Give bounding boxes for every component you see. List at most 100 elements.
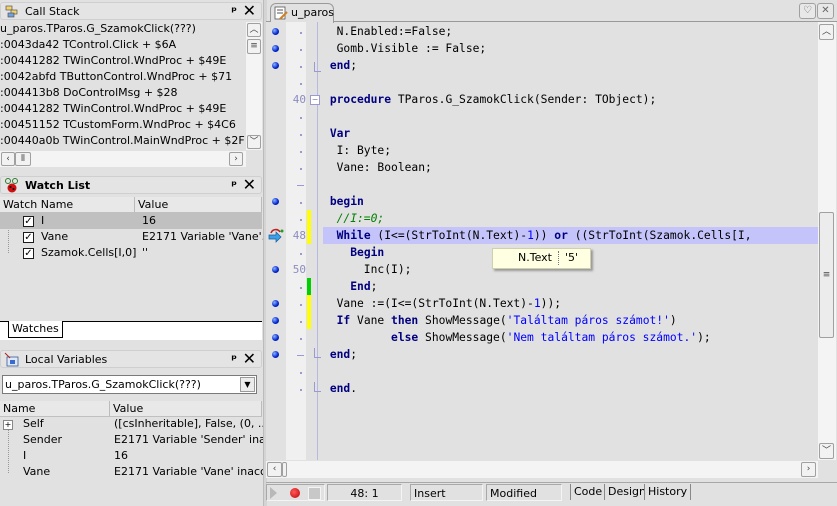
editor-tab-u-paros[interactable]: u_paros [270, 3, 334, 23]
call-stack-entry[interactable]: :00441282 TWinControl.WndProc + $49E [0, 53, 226, 69]
locals-body: + Self ([csInheritable], False, (0, ... … [0, 416, 277, 486]
scroll-left-icon[interactable]: ‹ [267, 462, 282, 477]
local-name[interactable]: Vane [23, 465, 50, 478]
code-line[interactable]: If Vane then ShowMessage('Találtam páros… [323, 312, 677, 329]
watch-row[interactable]: ✓ Szamok.Cells[I,0] '' [0, 245, 262, 261]
pin-icon[interactable]: ᵖ [231, 4, 237, 18]
code-line[interactable]: N.Enabled:=False; [323, 23, 453, 40]
call-stack-entry[interactable]: :00451152 TCustomForm.WndProc + $4C6 [0, 117, 236, 133]
checkbox[interactable]: ✓ [23, 248, 34, 259]
breakpoint-dot-icon[interactable] [272, 351, 279, 358]
close-tab-icon[interactable]: ✕ [817, 3, 834, 19]
tab-list-icon[interactable]: ♡ [799, 3, 816, 19]
tab-design[interactable]: Design [604, 484, 649, 500]
code-line[interactable]: end; [323, 57, 357, 74]
breakpoint-dot-icon[interactable] [272, 62, 279, 69]
chevron-down-icon[interactable]: ▼ [240, 377, 255, 392]
modified-line-marker [307, 295, 311, 329]
column-header-name[interactable]: Name [0, 401, 110, 416]
fold-collapse-icon[interactable]: − [310, 95, 320, 105]
close-icon[interactable]: ✕ [243, 176, 256, 194]
tab-watches[interactable]: Watches [8, 321, 63, 338]
local-variables-title-bar: Local Variables ᵖ ✕ [0, 350, 262, 368]
code-line[interactable]: While (I<=(StrToInt(N.Text)-1)) or ((Str… [323, 227, 752, 244]
scroll-thumb[interactable]: ≡ [247, 39, 261, 54]
call-stack-entry[interactable]: :00441282 TWinControl.WndProc + $49E [0, 101, 226, 117]
tab-history[interactable]: History [644, 484, 692, 500]
code-line[interactable]: end; [323, 346, 357, 363]
scroll-right-icon[interactable]: › [801, 462, 816, 477]
checkbox[interactable]: ✓ [23, 232, 34, 243]
code-line[interactable]: Var [323, 125, 350, 142]
breakpoint-dot-icon[interactable] [272, 45, 279, 52]
call-stack-list[interactable]: u_paros.TParos.G_SzamokClick(???) :0043d… [0, 21, 246, 151]
code-line[interactable]: Begin [323, 244, 384, 261]
breakpoint-dot-icon[interactable] [272, 300, 279, 307]
watch-list-title-bar: Watch List ᵖ ✕ [0, 176, 262, 194]
local-variables-title: Local Variables [25, 353, 108, 366]
code-line[interactable]: End; [323, 278, 377, 295]
call-stack-entry[interactable]: :004413b8 DoControlMsg + $28 [0, 85, 178, 101]
code-line[interactable]: end. [323, 380, 357, 397]
scroll-down-icon[interactable]: ﹀ [819, 443, 834, 459]
code-line[interactable]: else ShowMessage('Nem találtam páros szá… [323, 329, 711, 346]
local-variables-icon [4, 352, 20, 367]
debug-hint-tooltip: N.Text '5' [492, 248, 591, 269]
column-header-value[interactable]: Value [110, 401, 262, 416]
scroll-down-icon[interactable]: ﹀ [247, 135, 261, 149]
watch-row[interactable]: ✓ I 16 [0, 213, 262, 229]
code-line[interactable]: Gomb.Visible := False; [323, 40, 487, 57]
code-line[interactable]: begin [323, 193, 364, 210]
local-name[interactable]: I [23, 449, 26, 462]
checkbox[interactable]: ✓ [23, 216, 34, 227]
call-stack-entry[interactable]: :0042abfd TButtonControl.WndProc + $71 [0, 69, 232, 85]
macro-controls [266, 484, 325, 501]
insert-mode[interactable]: Insert [410, 484, 483, 501]
play-macro-icon[interactable] [270, 487, 277, 499]
call-stack-vscrollbar[interactable]: ︿ ≡ ﹀ [246, 22, 262, 150]
code-line[interactable]: Inc(I); [323, 261, 412, 278]
tab-code[interactable]: Code [570, 484, 605, 500]
watch-row[interactable]: ✓ Vane E2171 Variable 'Vane'... [0, 229, 272, 245]
call-stack-entry[interactable]: u_paros.TParos.G_SzamokClick(???) [0, 21, 196, 37]
scroll-thumb[interactable]: ≡ [819, 212, 834, 338]
scroll-right-icon[interactable]: › [229, 152, 243, 166]
local-name[interactable]: Self [23, 417, 44, 430]
call-stack-entry[interactable]: :00440a0b TWinControl.MainWndProc + $2F [0, 133, 245, 149]
close-icon[interactable]: ✕ [243, 350, 256, 368]
call-stack-hscrollbar[interactable]: ‹ ⦀ › [0, 151, 246, 167]
code-line[interactable]: Vane: Boolean; [323, 159, 432, 176]
column-header-value[interactable]: Value [135, 197, 262, 212]
editor-vscrollbar[interactable]: ︿ ≡ ﹀ [818, 22, 836, 460]
breakpoint-dot-icon[interactable] [272, 266, 279, 273]
call-stack-entry[interactable]: :0043da42 TControl.Click + $6A [0, 37, 176, 53]
ladybug-icon [4, 178, 20, 193]
local-value: E2171 Variable 'Vane' inacc... [114, 465, 277, 478]
record-macro-icon[interactable] [290, 488, 300, 498]
editor-hscrollbar[interactable]: ‹ › [266, 461, 818, 478]
watch-name: Szamok.Cells[I,0] [41, 246, 137, 259]
breakpoint-dot-icon[interactable] [272, 198, 279, 205]
watch-value: 16 [142, 214, 156, 227]
breakpoint-dot-icon[interactable] [272, 317, 279, 324]
code-line[interactable]: Vane :=(I<=(StrToInt(N.Text)-1)); [323, 295, 561, 312]
scroll-up-icon[interactable]: ︿ [819, 24, 834, 40]
code-line[interactable]: procedure TParos.G_SzamokClick(Sender: T… [323, 91, 656, 108]
scroll-up-icon[interactable]: ︿ [247, 23, 261, 37]
expand-icon[interactable]: + [3, 420, 13, 430]
stop-macro-icon[interactable] [308, 487, 321, 500]
scroll-left-icon[interactable]: ‹ [1, 152, 15, 166]
code-line[interactable]: I: Byte; [323, 142, 391, 159]
unit-file-icon [274, 6, 288, 20]
breakpoint-dot-icon[interactable] [272, 334, 279, 341]
local-name[interactable]: Sender [23, 433, 62, 446]
scroll-thumb[interactable]: ⦀ [15, 152, 31, 166]
scope-select[interactable]: u_paros.TParos.G_SzamokClick(???) ▼ [2, 375, 257, 394]
scroll-thumb[interactable] [282, 462, 287, 477]
breakpoint-dot-icon[interactable] [272, 28, 279, 35]
code-line[interactable]: //I:=0; [323, 210, 385, 227]
pin-icon[interactable]: ᵖ [231, 352, 237, 366]
column-header-watch-name[interactable]: Watch Name [0, 197, 135, 212]
pin-icon[interactable]: ᵖ [231, 178, 237, 192]
close-icon[interactable]: ✕ [243, 2, 256, 20]
